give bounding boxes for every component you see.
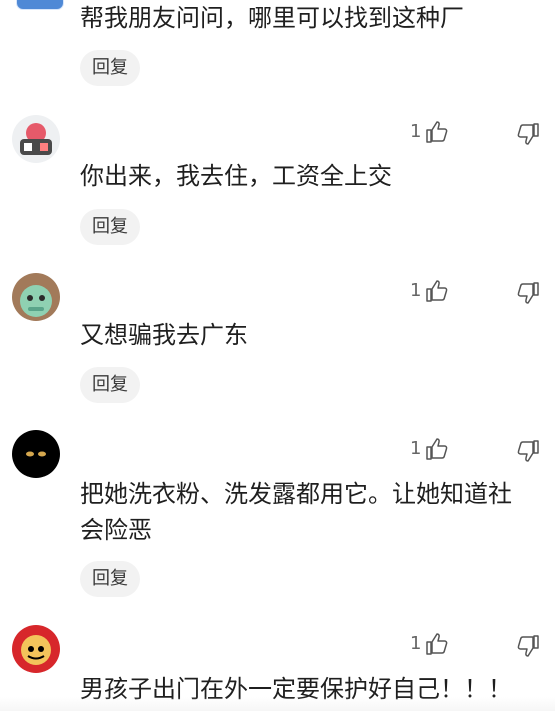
thumbs-down-icon[interactable]	[516, 634, 540, 658]
thumbs-up-icon[interactable]	[425, 632, 449, 656]
like-count: 1	[410, 438, 422, 459]
bottom-fade	[0, 697, 555, 711]
avatar-image	[12, 273, 60, 321]
thumbs-down-icon[interactable]	[516, 281, 540, 305]
avatar[interactable]	[12, 115, 60, 163]
like-count: 1	[410, 280, 422, 301]
comment-text: 把她洗衣粉、洗发露都用它。让她知道社会险恶	[80, 480, 512, 544]
avatar[interactable]	[12, 430, 60, 478]
reply-button[interactable]: 回复	[80, 561, 140, 597]
comment-text: 你出来，我去住，工资全上交	[80, 162, 392, 190]
reply-button[interactable]: 回复	[80, 209, 140, 245]
comment-text: 帮我朋友问问，哪里可以找到这种厂	[80, 4, 464, 32]
thumbs-up-icon[interactable]	[425, 279, 449, 303]
avatar-image	[12, 430, 60, 478]
reply-button[interactable]: 回复	[80, 367, 140, 403]
avatar[interactable]	[12, 273, 60, 321]
avatar[interactable]	[12, 625, 60, 673]
avatar-image	[12, 115, 60, 163]
user-badge	[16, 0, 64, 10]
avatar-image	[12, 625, 60, 673]
like-count: 1	[410, 633, 422, 654]
thumbs-up-icon[interactable]	[425, 437, 449, 461]
thumbs-down-icon[interactable]	[516, 122, 540, 146]
comment-text: 又想骗我去广东	[80, 321, 248, 349]
thumbs-up-icon[interactable]	[425, 120, 449, 144]
like-count: 1	[410, 121, 422, 142]
reply-button[interactable]: 回复	[80, 50, 140, 86]
thumbs-down-icon[interactable]	[516, 439, 540, 463]
